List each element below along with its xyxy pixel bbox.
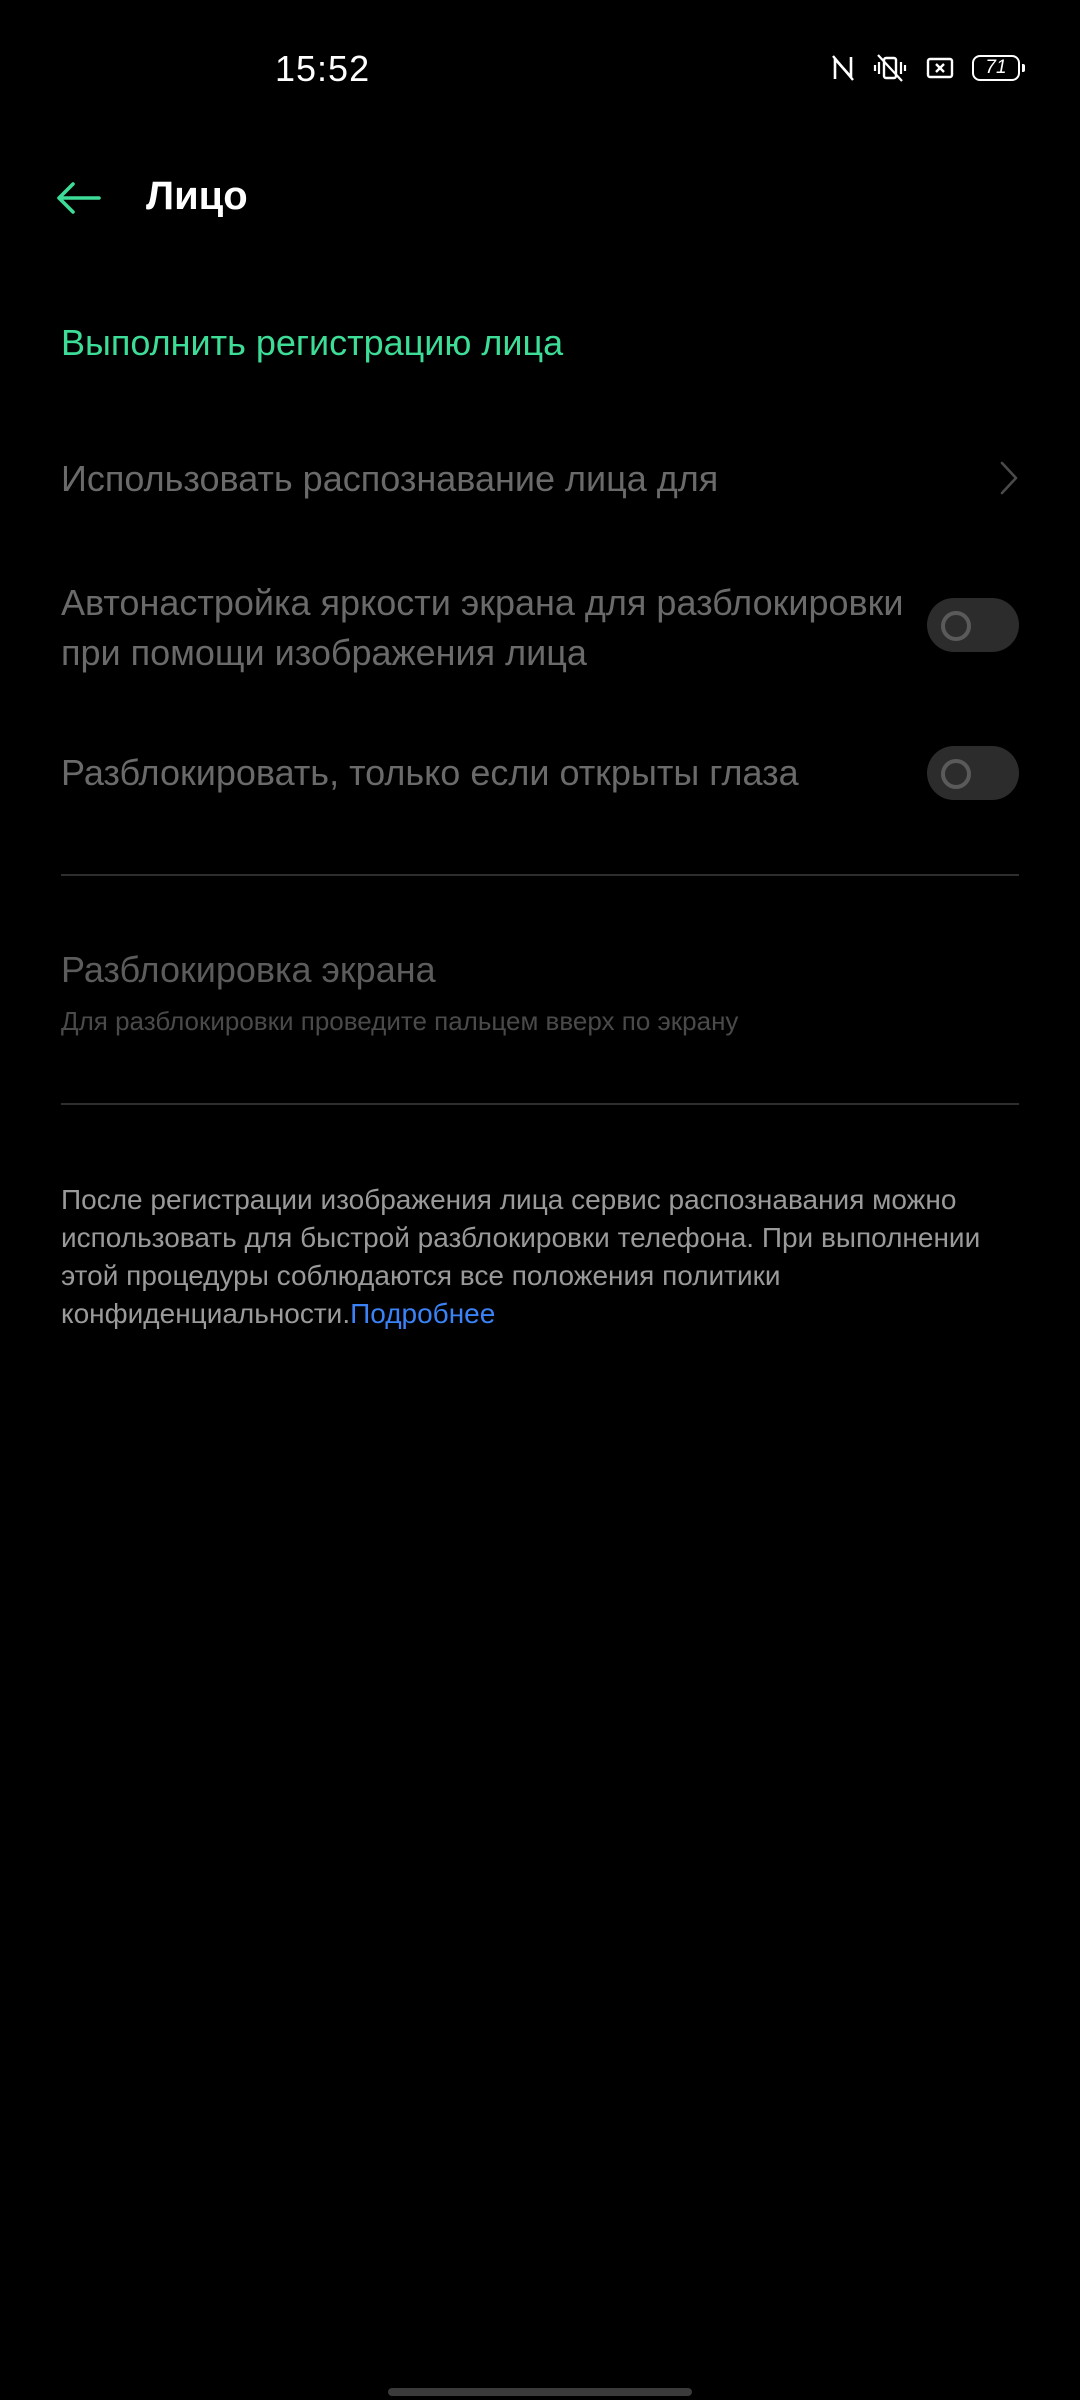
status-time: 15:52 [275, 48, 371, 89]
status-bar: 15:52 71 [0, 0, 1080, 140]
home-indicator[interactable] [388, 2388, 692, 2396]
auto-brightness-label: Автонастройка яркости экрана для разблок… [61, 582, 904, 673]
toggle-knob [941, 611, 971, 641]
screen-unlock-item[interactable]: Разблокировка экрана Для разблокировки п… [61, 948, 1019, 1038]
battery-level: 71 [985, 57, 1007, 78]
divider [61, 1103, 1019, 1105]
toggle-knob [941, 759, 971, 789]
register-face-button[interactable]: Выполнить регистрацию лица [61, 322, 563, 364]
battery-icon: 71 [972, 55, 1025, 81]
use-face-recognition-item[interactable]: Использовать распознавание лица для [61, 448, 1019, 512]
screen-unlock-title: Разблокировка экрана [61, 949, 436, 990]
page-title: Лицо [146, 174, 248, 218]
use-face-recognition-label: Использовать распознавание лица для [61, 458, 719, 499]
auto-brightness-item: Автонастройка яркости экрана для разблок… [61, 578, 1019, 678]
info-description: После регистрации изображения лица серви… [61, 1184, 981, 1329]
screenshot-icon [926, 56, 954, 80]
back-button[interactable] [40, 170, 116, 230]
info-text: После регистрации изображения лица серви… [61, 1181, 1021, 1333]
screen-unlock-subtitle: Для разблокировки проведите пальцем ввер… [61, 1006, 739, 1036]
auto-brightness-toggle[interactable] [927, 598, 1019, 652]
vibrate-icon [872, 54, 908, 82]
eyes-open-toggle[interactable] [927, 746, 1019, 800]
chevron-right-icon [999, 460, 1019, 501]
learn-more-link[interactable]: Подробнее [350, 1298, 495, 1329]
eyes-open-item: Разблокировать, только если открыты глаз… [61, 746, 1019, 804]
eyes-open-label: Разблокировать, только если открыты глаз… [61, 752, 799, 793]
status-icons: 71 [832, 54, 1025, 82]
nfc-icon [832, 55, 854, 81]
app-bar: Лицо [0, 150, 1080, 250]
arrow-left-icon [55, 181, 101, 220]
divider [61, 874, 1019, 876]
